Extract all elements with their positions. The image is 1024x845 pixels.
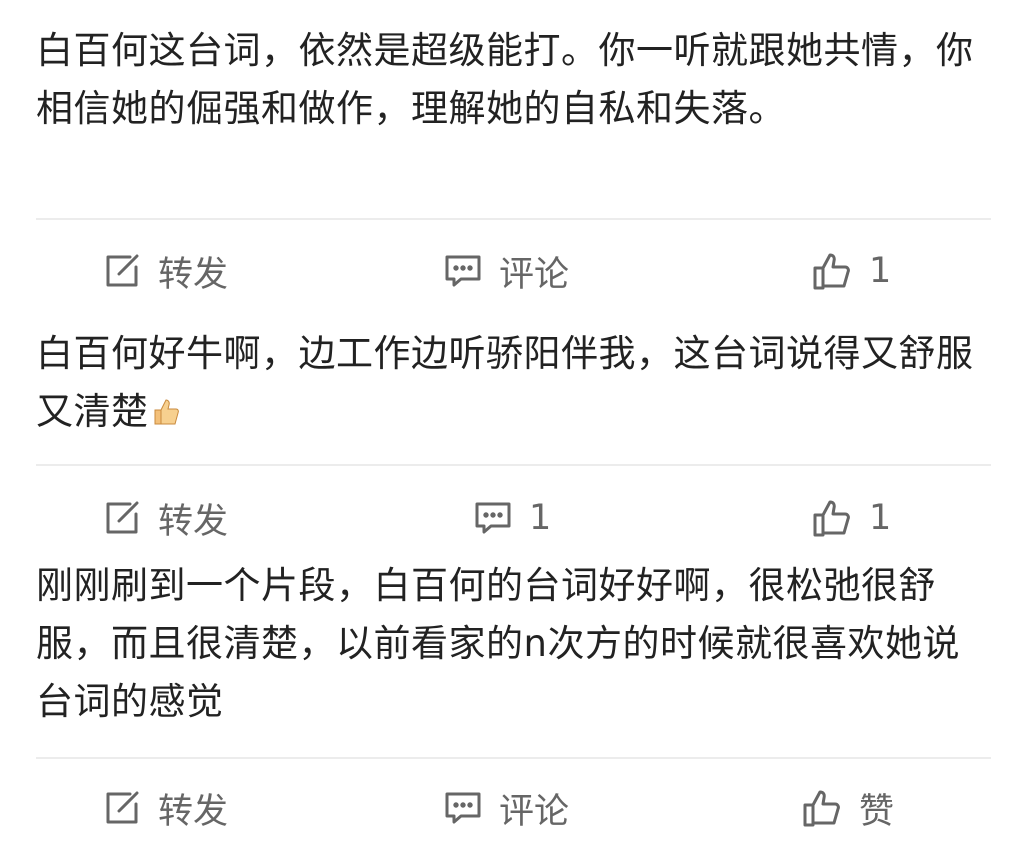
repost-button[interactable]: 转发: [102, 488, 228, 548]
comment-icon: [445, 255, 481, 287]
thumbs-up-icon: [803, 790, 840, 827]
action-bar: 转发 1 1: [0, 488, 1024, 548]
repost-icon: [106, 791, 139, 824]
comment-button[interactable]: 1: [473, 488, 551, 548]
comment-icon: [445, 792, 481, 824]
action-bar: 转发 评论 1: [0, 241, 1024, 301]
repost-button[interactable]: 转发: [102, 241, 228, 301]
like-label: 赞: [859, 791, 895, 832]
like-count: 1: [869, 251, 892, 291]
repost-icon: [106, 501, 139, 534]
like-button[interactable]: 赞: [801, 778, 894, 838]
thumbs-up-icon: [813, 500, 850, 537]
thumbs-up-emoji-icon: [151, 387, 181, 445]
comment-label: 评论: [499, 254, 570, 295]
post-text: 白百何好牛啊，边工作边听骄阳伴我，这台词说得又舒服又清楚: [36, 325, 991, 445]
repost-label: 转发: [158, 501, 229, 542]
comment-count: 1: [529, 498, 552, 538]
comment-button[interactable]: 评论: [443, 241, 569, 301]
comment-button[interactable]: 评论: [443, 778, 569, 838]
thumbs-up-icon: [813, 253, 850, 290]
divider: [36, 218, 991, 220]
post-text: 刚刚刷到一个片段，白百何的台词好好啊，很松弛很舒服，而且很清楚，以前看家的n次方…: [36, 564, 960, 723]
like-button[interactable]: 1: [811, 488, 891, 548]
action-bar: 转发 评论 赞: [0, 778, 1024, 838]
like-button[interactable]: 1: [811, 241, 891, 301]
post-text: 白百何这台词，依然是超级能打。你一听就跟她共情，你相信她的倔强和做作，理解她的自…: [36, 29, 974, 130]
comment-label: 评论: [499, 791, 570, 832]
repost-label: 转发: [158, 254, 229, 295]
divider: [36, 464, 991, 466]
comment-icon: [475, 502, 511, 534]
repost-icon: [106, 254, 139, 287]
divider: [36, 757, 991, 759]
like-count: 1: [869, 498, 892, 538]
repost-button[interactable]: 转发: [102, 778, 228, 838]
repost-label: 转发: [158, 791, 229, 832]
